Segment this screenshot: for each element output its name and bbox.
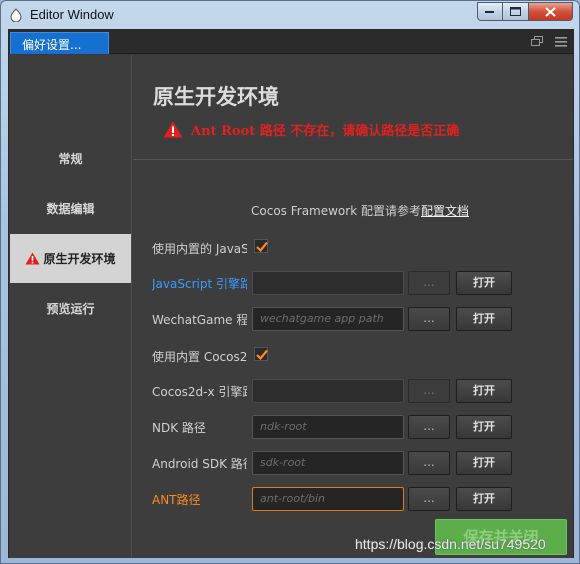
open-button[interactable]: 打开: [456, 307, 512, 331]
builtin-cocos-checkbox[interactable]: [254, 347, 268, 361]
browse-button[interactable]: ...: [408, 487, 450, 511]
row-label: Cocos2d-x 引擎路径: [152, 385, 247, 399]
maximize-icon: [510, 7, 521, 16]
check-icon: [256, 241, 268, 253]
editor-window: Editor Window 偏好设置... 常规 数据编辑 原生开发环境 预览运…: [0, 0, 580, 564]
open-button[interactable]: 打开: [456, 271, 512, 295]
doc-prefix: Cocos Framework 配置请参考: [251, 204, 421, 218]
minimize-icon: [485, 10, 494, 13]
title-bar[interactable]: Editor Window: [1, 1, 579, 29]
maximize-button[interactable]: [503, 2, 529, 21]
cocos-engine-path-field[interactable]: [252, 379, 404, 403]
ant-path-field[interactable]: ant-root/bin: [252, 487, 404, 511]
browse-button[interactable]: ...: [408, 307, 450, 331]
open-button[interactable]: 打开: [456, 451, 512, 475]
main-panel: 原生开发环境 Ant Root 路径 不存在，请确认路径是否正确 Cocos F…: [133, 55, 573, 558]
sidebar-item-label: 数据编辑: [46, 202, 95, 216]
row-label: JavaScript 引擎路径: [152, 277, 247, 291]
sidebar-item-label: 常规: [58, 152, 83, 166]
browse-button[interactable]: ...: [408, 271, 450, 295]
doc-reference: Cocos Framework 配置请参考配置文档: [251, 202, 469, 219]
app-icon: [10, 8, 22, 22]
menu-icon[interactable]: [555, 36, 567, 47]
sidebar-item-preview[interactable]: 预览运行: [10, 284, 131, 333]
builtin-js-checkbox[interactable]: [254, 239, 268, 253]
ndk-path-field[interactable]: ndk-root: [252, 415, 404, 439]
row-js-engine: JavaScript 引擎路径 ... 打开: [152, 271, 572, 295]
error-text: Ant Root 路径 不存在，请确认路径是否正确: [191, 124, 460, 139]
close-button[interactable]: [529, 2, 573, 21]
row-label: NDK 路径: [152, 421, 206, 435]
row-builtin-js: 使用内置的 JavaScript 引擎: [152, 236, 572, 260]
open-button[interactable]: 打开: [456, 379, 512, 403]
browse-button[interactable]: ...: [408, 379, 450, 403]
watermark: https://blog.csdn.net/su749520: [355, 536, 546, 552]
browse-button[interactable]: ...: [408, 415, 450, 439]
js-engine-path-field[interactable]: [252, 271, 404, 295]
row-ndk: NDK 路径 ndk-root ... 打开: [152, 415, 572, 439]
page-title: 原生开发环境: [153, 85, 279, 109]
tab-strip: 偏好设置...: [9, 30, 573, 54]
sidebar-item-general[interactable]: 常规: [10, 134, 131, 183]
open-button[interactable]: 打开: [456, 487, 512, 511]
tab-preferences[interactable]: 偏好设置...: [10, 32, 109, 54]
row-ant: ANT路径 ant-root/bin ... 打开: [152, 487, 572, 511]
row-label: 使用内置 Cocos2d-x 引擎: [152, 350, 247, 364]
row-label: ANT路径: [152, 493, 201, 507]
row-builtin-cocos: 使用内置 Cocos2d-x 引擎: [152, 344, 572, 368]
client-area: 偏好设置... 常规 数据编辑 原生开发环境 预览运行 原生开发环境 Ant R…: [8, 29, 574, 558]
tab-tools: [531, 36, 567, 47]
check-icon: [256, 349, 268, 361]
window-title: Editor Window: [30, 7, 114, 22]
sidebar: 常规 数据编辑 原生开发环境 预览运行: [10, 55, 132, 558]
sidebar-item-label: 原生开发环境: [43, 252, 116, 266]
sidebar-item-native-env[interactable]: 原生开发环境: [10, 234, 131, 283]
row-wechatgame: WechatGame 程序路径 wechatgame app path ... …: [152, 307, 572, 331]
minimize-button[interactable]: [477, 2, 503, 21]
divider: [133, 159, 573, 160]
row-android-sdk: Android SDK 路径 sdk-root ... 打开: [152, 451, 572, 475]
row-cocos-engine: Cocos2d-x 引擎路径 ... 打开: [152, 379, 572, 403]
sidebar-item-label: 预览运行: [46, 302, 95, 316]
close-icon: [545, 6, 556, 17]
warning-icon: [25, 252, 40, 265]
row-label: WechatGame 程序路径: [152, 313, 247, 327]
doc-link[interactable]: 配置文档: [421, 204, 469, 218]
open-button[interactable]: 打开: [456, 415, 512, 439]
android-sdk-path-field[interactable]: sdk-root: [252, 451, 404, 475]
caption-buttons: [477, 2, 573, 21]
row-label: 使用内置的 JavaScript 引擎: [152, 242, 247, 256]
row-label: Android SDK 路径: [152, 457, 247, 471]
popout-icon[interactable]: [531, 36, 543, 47]
warning-icon: [163, 121, 183, 138]
error-message: Ant Root 路径 不存在，请确认路径是否正确: [163, 120, 459, 139]
wechatgame-path-field[interactable]: wechatgame app path: [252, 307, 404, 331]
browse-button[interactable]: ...: [408, 451, 450, 475]
sidebar-item-data-editing[interactable]: 数据编辑: [10, 184, 131, 233]
